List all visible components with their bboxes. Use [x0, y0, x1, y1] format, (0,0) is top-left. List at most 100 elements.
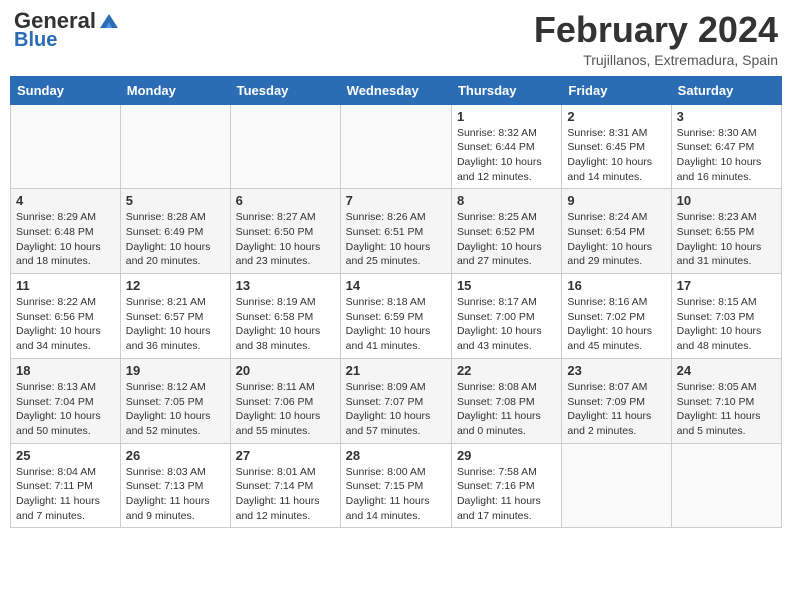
calendar-week-row: 25Sunrise: 8:04 AM Sunset: 7:11 PM Dayli…	[11, 443, 782, 528]
calendar-cell: 25Sunrise: 8:04 AM Sunset: 7:11 PM Dayli…	[11, 443, 121, 528]
day-number: 27	[236, 448, 335, 463]
day-info: Sunrise: 8:30 AM Sunset: 6:47 PM Dayligh…	[677, 126, 776, 185]
calendar-cell: 2 Sunrise: 8:31 AM Sunset: 6:45 PM Daylig…	[562, 104, 671, 189]
calendar-cell: 22 Sunrise: 8:08 AM Sunset: 7:08 PM Dayli…	[451, 358, 561, 443]
calendar-cell: 8 Sunrise: 8:25 AM Sunset: 6:52 PM Daylig…	[451, 189, 561, 274]
day-number: 18	[16, 363, 115, 378]
calendar-cell: 19 Sunrise: 8:12 AM Sunset: 7:05 PM Dayli…	[120, 358, 230, 443]
weekday-header-wednesday: Wednesday	[340, 76, 451, 104]
calendar-cell: 9 Sunrise: 8:24 AM Sunset: 6:54 PM Daylig…	[562, 189, 671, 274]
day-info: Sunrise: 8:05 AM Sunset: 7:10 PM Dayligh…	[677, 380, 776, 439]
day-info: Sunrise: 8:29 AM Sunset: 6:48 PM Dayligh…	[16, 210, 115, 269]
title-area: February 2024 Trujillanos, Extremadura, …	[534, 10, 778, 68]
day-number: 22	[457, 363, 556, 378]
calendar-cell	[671, 443, 781, 528]
day-number: 28	[346, 448, 446, 463]
calendar-week-row: 4 Sunrise: 8:29 AM Sunset: 6:48 PM Daylig…	[11, 189, 782, 274]
day-number: 15	[457, 278, 556, 293]
calendar-header-row: SundayMondayTuesdayWednesdayThursdayFrid…	[11, 76, 782, 104]
calendar-cell: 28 Sunrise: 8:00 AM Sunset: 7:15 PM Dayli…	[340, 443, 451, 528]
day-info: Sunrise: 8:08 AM Sunset: 7:08 PM Dayligh…	[457, 380, 556, 439]
calendar-cell: 10Sunrise: 8:23 AM Sunset: 6:55 PM Dayli…	[671, 189, 781, 274]
day-number: 29	[457, 448, 556, 463]
day-number: 16	[567, 278, 665, 293]
day-info: Sunrise: 8:03 AM Sunset: 7:13 PM Dayligh…	[126, 465, 225, 524]
day-info: Sunrise: 8:18 AM Sunset: 6:59 PM Dayligh…	[346, 295, 446, 354]
calendar-cell	[120, 104, 230, 189]
calendar-cell	[11, 104, 121, 189]
calendar-cell	[340, 104, 451, 189]
day-number: 6	[236, 193, 335, 208]
calendar-cell: 3 Sunrise: 8:30 AM Sunset: 6:47 PM Daylig…	[671, 104, 781, 189]
day-info: Sunrise: 8:31 AM Sunset: 6:45 PM Dayligh…	[567, 126, 665, 185]
calendar-cell: 1 Sunrise: 8:32 AM Sunset: 6:44 PM Daylig…	[451, 104, 561, 189]
day-number: 14	[346, 278, 446, 293]
calendar-cell: 12 Sunrise: 8:21 AM Sunset: 6:57 PM Dayli…	[120, 274, 230, 359]
day-info: Sunrise: 8:11 AM Sunset: 7:06 PM Dayligh…	[236, 380, 335, 439]
day-info: Sunrise: 8:21 AM Sunset: 6:57 PM Dayligh…	[126, 295, 225, 354]
calendar-cell: 21 Sunrise: 8:09 AM Sunset: 7:07 PM Dayli…	[340, 358, 451, 443]
calendar-cell: 15 Sunrise: 8:17 AM Sunset: 7:00 PM Dayli…	[451, 274, 561, 359]
logo: General Blue	[14, 10, 120, 50]
calendar-cell: 26 Sunrise: 8:03 AM Sunset: 7:13 PM Dayli…	[120, 443, 230, 528]
calendar-cell: 27 Sunrise: 8:01 AM Sunset: 7:14 PM Dayli…	[230, 443, 340, 528]
day-number: 19	[126, 363, 225, 378]
calendar-cell: 23Sunrise: 8:07 AM Sunset: 7:09 PM Dayli…	[562, 358, 671, 443]
day-info: Sunrise: 8:32 AM Sunset: 6:44 PM Dayligh…	[457, 126, 556, 185]
day-number: 20	[236, 363, 335, 378]
day-number: 26	[126, 448, 225, 463]
day-number: 2	[567, 109, 665, 124]
day-number: 13	[236, 278, 335, 293]
calendar-cell: 29 Sunrise: 7:58 AM Sunset: 7:16 PM Dayli…	[451, 443, 561, 528]
weekday-header-friday: Friday	[562, 76, 671, 104]
calendar-cell	[230, 104, 340, 189]
day-number: 24	[677, 363, 776, 378]
day-number: 9	[567, 193, 665, 208]
day-info: Sunrise: 8:00 AM Sunset: 7:15 PM Dayligh…	[346, 465, 446, 524]
day-info: Sunrise: 8:24 AM Sunset: 6:54 PM Dayligh…	[567, 210, 665, 269]
day-info: Sunrise: 8:17 AM Sunset: 7:00 PM Dayligh…	[457, 295, 556, 354]
day-number: 7	[346, 193, 446, 208]
calendar-cell: 18Sunrise: 8:13 AM Sunset: 7:04 PM Dayli…	[11, 358, 121, 443]
day-number: 3	[677, 109, 776, 124]
day-info: Sunrise: 8:15 AM Sunset: 7:03 PM Dayligh…	[677, 295, 776, 354]
calendar-week-row: 11Sunrise: 8:22 AM Sunset: 6:56 PM Dayli…	[11, 274, 782, 359]
logo-blue-text: Blue	[14, 30, 57, 50]
day-number: 8	[457, 193, 556, 208]
weekday-header-thursday: Thursday	[451, 76, 561, 104]
calendar-cell	[562, 443, 671, 528]
day-info: Sunrise: 8:23 AM Sunset: 6:55 PM Dayligh…	[677, 210, 776, 269]
calendar-cell: 13 Sunrise: 8:19 AM Sunset: 6:58 PM Dayli…	[230, 274, 340, 359]
day-number: 4	[16, 193, 115, 208]
weekday-header-monday: Monday	[120, 76, 230, 104]
calendar-cell: 16 Sunrise: 8:16 AM Sunset: 7:02 PM Dayli…	[562, 274, 671, 359]
day-info: Sunrise: 8:27 AM Sunset: 6:50 PM Dayligh…	[236, 210, 335, 269]
day-info: Sunrise: 8:07 AM Sunset: 7:09 PM Dayligh…	[567, 380, 665, 439]
calendar-cell: 14 Sunrise: 8:18 AM Sunset: 6:59 PM Dayli…	[340, 274, 451, 359]
day-number: 1	[457, 109, 556, 124]
day-info: Sunrise: 8:25 AM Sunset: 6:52 PM Dayligh…	[457, 210, 556, 269]
weekday-header-saturday: Saturday	[671, 76, 781, 104]
day-info: Sunrise: 8:04 AM Sunset: 7:11 PM Dayligh…	[16, 465, 115, 524]
day-number: 12	[126, 278, 225, 293]
logo-icon	[98, 12, 120, 30]
day-info: Sunrise: 7:58 AM Sunset: 7:16 PM Dayligh…	[457, 465, 556, 524]
calendar-cell: 6 Sunrise: 8:27 AM Sunset: 6:50 PM Daylig…	[230, 189, 340, 274]
day-info: Sunrise: 8:01 AM Sunset: 7:14 PM Dayligh…	[236, 465, 335, 524]
day-number: 21	[346, 363, 446, 378]
weekday-header-sunday: Sunday	[11, 76, 121, 104]
day-number: 17	[677, 278, 776, 293]
day-info: Sunrise: 8:09 AM Sunset: 7:07 PM Dayligh…	[346, 380, 446, 439]
day-info: Sunrise: 8:28 AM Sunset: 6:49 PM Dayligh…	[126, 210, 225, 269]
calendar-table: SundayMondayTuesdayWednesdayThursdayFrid…	[10, 76, 782, 529]
day-info: Sunrise: 8:16 AM Sunset: 7:02 PM Dayligh…	[567, 295, 665, 354]
day-number: 5	[126, 193, 225, 208]
page-header: General Blue February 2024 Trujillanos, …	[10, 10, 782, 68]
day-info: Sunrise: 8:12 AM Sunset: 7:05 PM Dayligh…	[126, 380, 225, 439]
day-number: 11	[16, 278, 115, 293]
calendar-cell: 20 Sunrise: 8:11 AM Sunset: 7:06 PM Dayli…	[230, 358, 340, 443]
calendar-week-row: 1 Sunrise: 8:32 AM Sunset: 6:44 PM Daylig…	[11, 104, 782, 189]
day-info: Sunrise: 8:19 AM Sunset: 6:58 PM Dayligh…	[236, 295, 335, 354]
calendar-cell: 17 Sunrise: 8:15 AM Sunset: 7:03 PM Dayli…	[671, 274, 781, 359]
calendar-week-row: 18Sunrise: 8:13 AM Sunset: 7:04 PM Dayli…	[11, 358, 782, 443]
